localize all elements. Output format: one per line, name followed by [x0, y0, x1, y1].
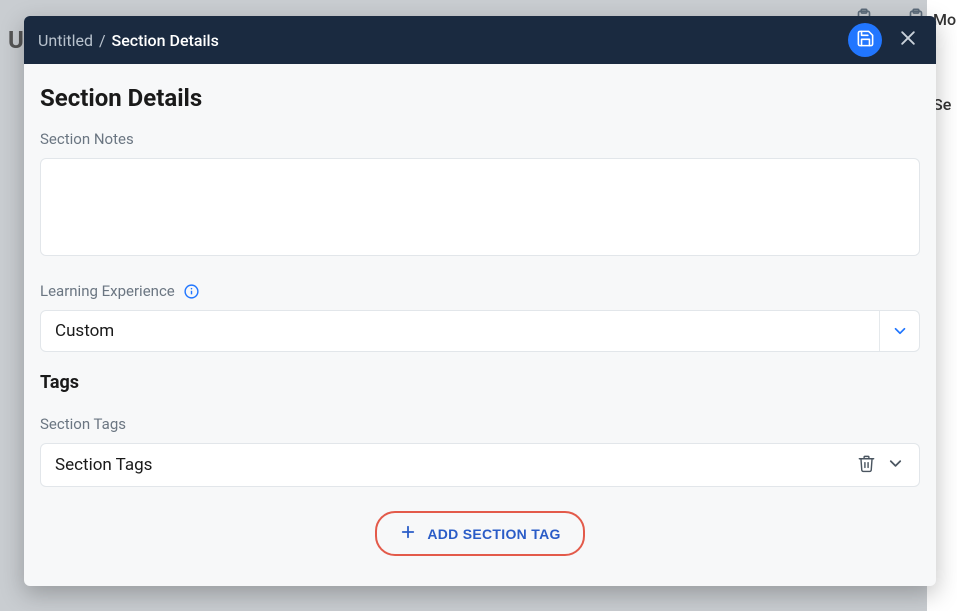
add-section-tag-button[interactable]: ADD SECTION TAG [375, 511, 584, 556]
section-tag-input[interactable]: Section Tags [55, 455, 857, 475]
save-button[interactable] [848, 23, 882, 57]
info-icon[interactable] [183, 283, 200, 300]
section-notes-input[interactable] [40, 158, 920, 256]
bg-truncated-text: Mo [933, 10, 956, 29]
save-icon [856, 29, 875, 52]
learning-experience-label-text: Learning Experience [40, 282, 175, 300]
breadcrumb: Untitled / Section Details [38, 31, 848, 50]
modal-body: Section Details Section Notes Learning E… [24, 64, 936, 576]
close-button[interactable] [894, 26, 922, 54]
section-details-modal: Untitled / Section Details Section Detai… [24, 16, 936, 586]
delete-tag-button[interactable] [857, 454, 876, 477]
trash-icon [857, 454, 876, 477]
breadcrumb-current: Section Details [112, 31, 219, 50]
learning-experience-value: Custom [55, 321, 879, 341]
bg-truncated-text: U [8, 26, 24, 54]
close-icon [898, 28, 918, 52]
breadcrumb-separator: / [99, 31, 106, 50]
chevron-down-icon [879, 311, 919, 351]
section-tags-label: Section Tags [40, 415, 920, 433]
section-tag-row: Section Tags [40, 443, 920, 487]
learning-experience-select[interactable]: Custom [40, 310, 920, 352]
tags-heading: Tags [40, 372, 920, 393]
modal-header: Untitled / Section Details [24, 16, 936, 64]
chevron-down-icon [886, 454, 905, 477]
section-notes-label: Section Notes [40, 130, 920, 148]
breadcrumb-root[interactable]: Untitled [38, 31, 93, 50]
learning-experience-label: Learning Experience [40, 282, 920, 300]
expand-tag-button[interactable] [886, 454, 905, 477]
add-section-tag-label: ADD SECTION TAG [427, 526, 560, 542]
plus-icon [399, 523, 417, 544]
page-title: Section Details [40, 84, 920, 112]
